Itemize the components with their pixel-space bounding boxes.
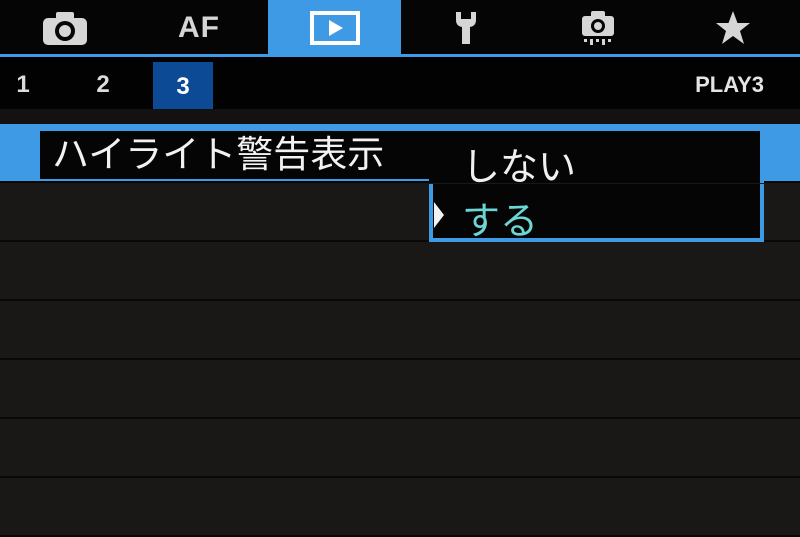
menu-item-highlight-alert[interactable]: ハイライト警告表示: [40, 128, 430, 179]
page-1[interactable]: 1: [6, 67, 40, 103]
popup-border-right: [760, 127, 764, 183]
tab-playback[interactable]: [268, 0, 401, 56]
menu-tab-bar: AF: [0, 0, 800, 57]
page-title: PLAY3: [695, 72, 764, 97]
tab-my-menu[interactable]: [665, 0, 800, 56]
option-on[interactable]: する: [462, 190, 538, 245]
tab-shooting[interactable]: [0, 0, 130, 56]
tab-af[interactable]: AF: [130, 0, 268, 56]
wrench-icon: [456, 12, 476, 44]
camera-icon: [43, 12, 87, 45]
menu-row: [0, 419, 800, 478]
menu-row: [0, 301, 800, 360]
selection-cursor-icon: [434, 202, 444, 228]
tab-setup[interactable]: [401, 0, 531, 56]
menu-row: [0, 360, 800, 419]
menu-row: [0, 478, 800, 537]
custom-function-icon: [582, 11, 614, 45]
page-bar: 1 2 3 PLAY3: [0, 57, 800, 109]
page-3[interactable]: 3: [153, 62, 213, 109]
playback-icon: [309, 11, 360, 45]
tab-custom-functions[interactable]: [531, 0, 665, 56]
option-off[interactable]: しない: [462, 136, 576, 191]
popup-border-right-lower: [760, 184, 764, 242]
tab-af-label: AF: [178, 11, 220, 44]
page-2[interactable]: 2: [86, 67, 120, 103]
star-icon: [715, 11, 750, 44]
popup-border-top: [429, 127, 764, 131]
menu-row: [0, 242, 800, 301]
